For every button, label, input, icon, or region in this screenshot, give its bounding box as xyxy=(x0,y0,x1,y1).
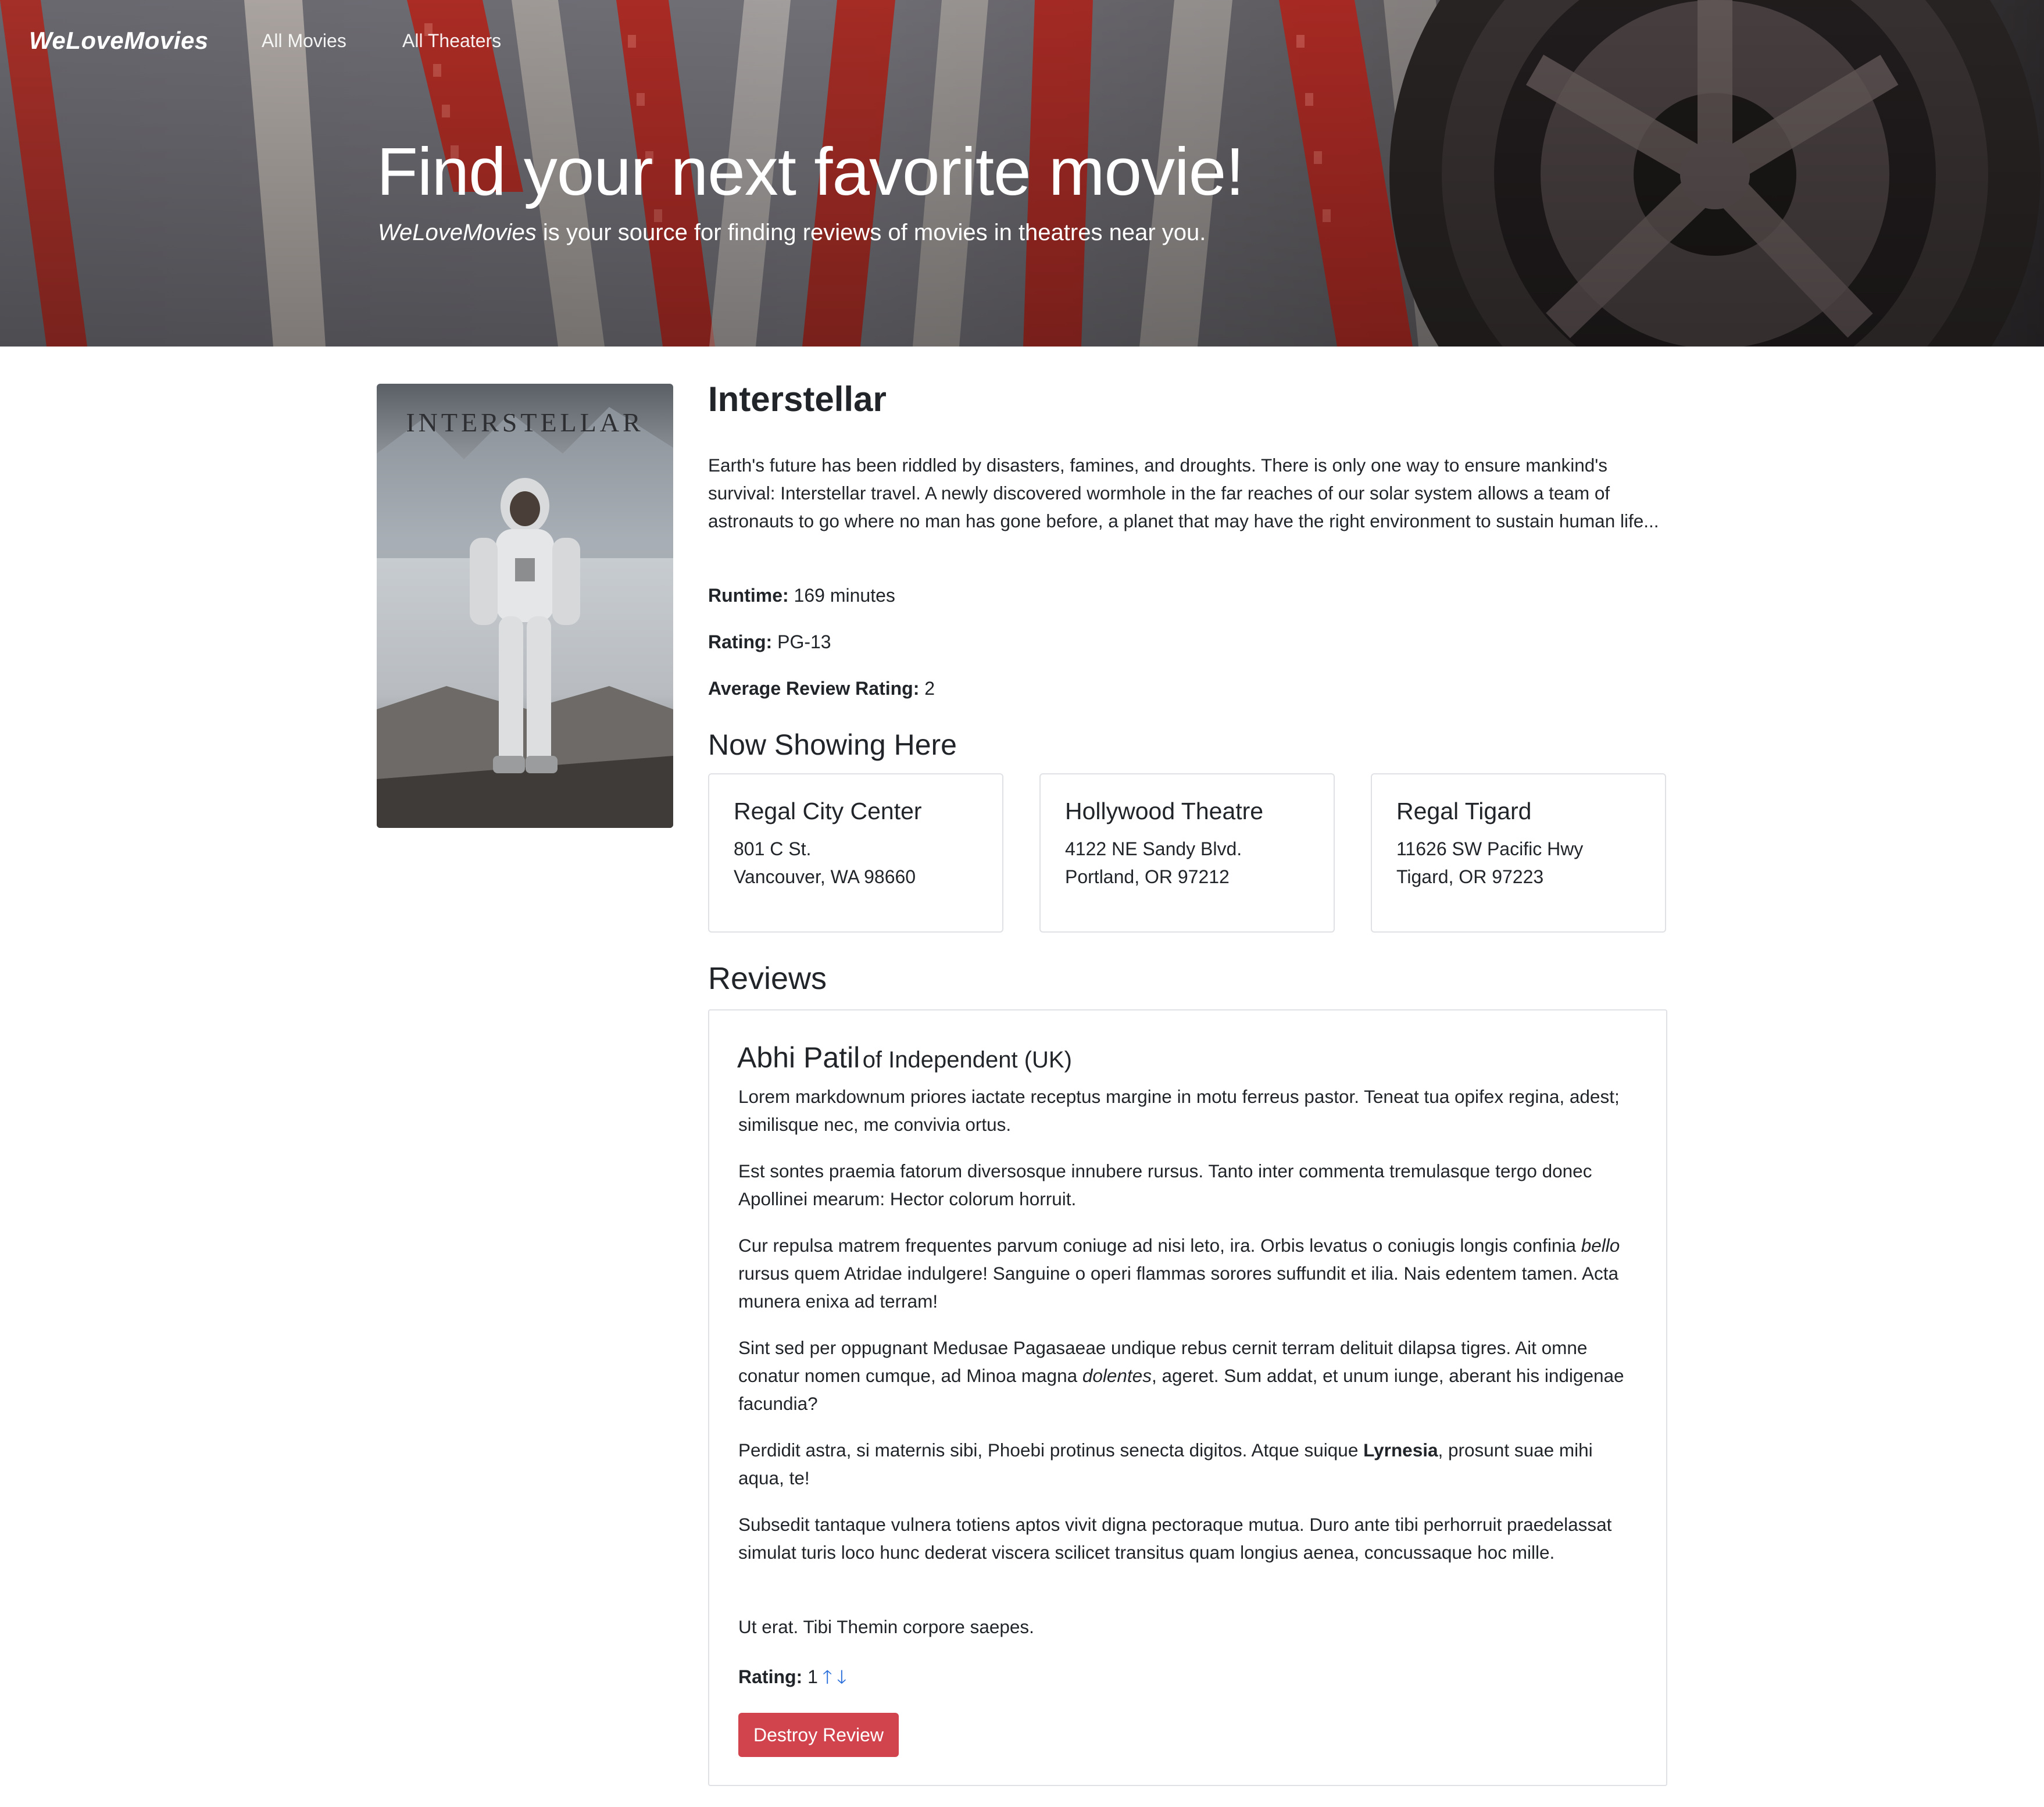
review-paragraph: Lorem markdownum priores iactate receptu… xyxy=(738,1086,1620,1135)
review-paragraph: Ut erat. Tibi Themin corpore saepes. xyxy=(738,1616,1034,1637)
review-strong: Lyrnesia xyxy=(1363,1440,1438,1460)
movie-poster-image: INTERSTELLAR xyxy=(377,384,673,828)
theater-name: Regal Tigard xyxy=(1396,798,1532,824)
brand-logo-link[interactable]: WeLoveMovies xyxy=(29,27,209,55)
runtime-label: Runtime: xyxy=(708,585,789,606)
now-showing-heading: Now Showing Here xyxy=(708,728,957,761)
theater-address-line2: Vancouver, WA 98660 xyxy=(734,866,916,887)
movie-description: Earth's future has been riddled by disas… xyxy=(708,455,1659,531)
movie-title: Interstellar xyxy=(708,380,887,419)
theater-address-line1: 4122 NE Sandy Blvd. xyxy=(1065,838,1242,859)
downvote-arrow-icon[interactable]: 🡓 xyxy=(837,1666,847,1687)
movie-poster: INTERSTELLAR xyxy=(377,384,673,828)
theater-name: Hollywood Theatre xyxy=(1065,798,1264,824)
review-card: Abhi Patil of Independent (UK) Lorem mar… xyxy=(708,1009,1667,1786)
reviews-heading: Reviews xyxy=(708,961,827,996)
hero-title: Find your next favorite movie! xyxy=(377,134,1245,209)
theater-address: 801 C St. Vancouver, WA 98660 xyxy=(734,835,916,891)
hero-subtitle-text: is your source for finding reviews of mo… xyxy=(536,220,1206,245)
theater-card: Hollywood Theatre 4122 NE Sandy Blvd. Por… xyxy=(1039,773,1335,933)
theater-address-line1: 11626 SW Pacific Hwy xyxy=(1396,838,1584,859)
review-emphasis: bello xyxy=(1581,1235,1620,1256)
review-critic: Abhi Patil of Independent (UK) xyxy=(737,1041,1072,1074)
destroy-review-button[interactable]: Destroy Review xyxy=(738,1713,899,1757)
average-rating-label: Average Review Rating: xyxy=(708,678,920,699)
review-paragraph: Perdidit astra, si maternis sibi, Phoebi… xyxy=(738,1436,1634,1492)
upvote-arrow-icon[interactable]: 🡑 xyxy=(823,1666,832,1687)
theater-address: 11626 SW Pacific Hwy Tigard, OR 97223 xyxy=(1396,835,1583,891)
review-paragraph: Cur repulsa matrem frequentes parvum con… xyxy=(738,1231,1634,1315)
theater-address-line1: 801 C St. xyxy=(734,838,812,859)
review-rating: Rating: 1 🡑 🡓 xyxy=(738,1663,846,1691)
poster-title-text: INTERSTELLAR xyxy=(406,408,644,437)
rating-value: PG-13 xyxy=(777,631,831,652)
rating-line: Rating: PG-13 xyxy=(708,628,831,656)
review-emphasis: dolentes xyxy=(1082,1365,1152,1386)
review-text: Perdidit astra, si maternis sibi, Phoebi… xyxy=(738,1440,1364,1460)
theater-address-line2: Portland, OR 97212 xyxy=(1065,866,1230,887)
critic-name: Abhi Patil xyxy=(737,1041,860,1074)
theater-card: Regal City Center 801 C St. Vancouver, WA… xyxy=(708,773,1003,933)
review-paragraph: Sint sed per oppugnant Medusae Pagasaeae… xyxy=(738,1334,1634,1417)
hero-banner: WeLoveMovies All Movies All Theaters Fin… xyxy=(0,0,2044,347)
review-text: Cur repulsa matrem frequentes parvum con… xyxy=(738,1235,1581,1256)
rating-label: Rating: xyxy=(708,631,773,652)
theater-address-line2: Tigard, OR 97223 xyxy=(1396,866,1544,887)
review-paragraph: Est sontes praemia fatorum diversosque i… xyxy=(738,1160,1592,1209)
review-rating-label: Rating: xyxy=(738,1666,803,1687)
theater-name: Regal City Center xyxy=(734,798,922,824)
average-rating-value: 2 xyxy=(924,678,935,699)
theater-card: Regal Tigard 11626 SW Pacific Hwy Tigard,… xyxy=(1371,773,1666,933)
review-rating-value: 1 xyxy=(807,1666,818,1687)
review-paragraph: Subsedit tantaque vulnera totiens aptos … xyxy=(738,1514,1612,1563)
review-text: rursus quem Atridae indulgere! Sanguine … xyxy=(738,1263,1618,1312)
nav-link-all-movies[interactable]: All Movies xyxy=(262,30,346,52)
critic-organization: of Independent (UK) xyxy=(862,1047,1072,1073)
hero-subtitle-brand: WeLoveMovies xyxy=(378,220,537,245)
average-rating-line: Average Review Rating: 2 xyxy=(708,674,935,702)
theater-address: 4122 NE Sandy Blvd. Portland, OR 97212 xyxy=(1065,835,1242,891)
hero-subtitle: WeLoveMovies is your source for finding … xyxy=(378,220,1206,246)
runtime-line: Runtime: 169 minutes xyxy=(708,581,895,609)
nav-link-all-theaters[interactable]: All Theaters xyxy=(402,30,501,52)
runtime-value: 169 minutes xyxy=(794,585,895,606)
